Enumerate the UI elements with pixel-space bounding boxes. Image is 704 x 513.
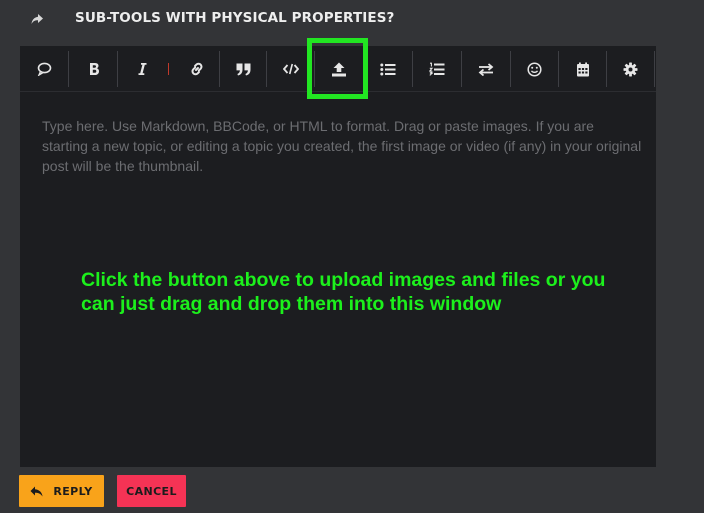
- upload-button[interactable]: [315, 51, 362, 87]
- blockquote-icon: [236, 63, 251, 75]
- quote-bubble-icon: [37, 62, 52, 76]
- topic-header: SUB-TOOLS WITH PHYSICAL PROPERTIES?: [0, 0, 704, 40]
- composer-toolbar: [20, 46, 656, 92]
- upload-icon: [331, 62, 346, 76]
- bold-icon: [89, 63, 99, 75]
- emoji-button[interactable]: [511, 51, 558, 87]
- bullet-list-button[interactable]: [364, 51, 411, 87]
- reply-icon: [30, 486, 43, 496]
- italic-icon: [138, 63, 146, 75]
- link-icon: [191, 62, 202, 76]
- composer-textarea[interactable]: Type here. Use Markdown, BBCode, or HTML…: [42, 116, 642, 176]
- calendar-button[interactable]: [559, 51, 606, 87]
- italic-button[interactable]: [118, 51, 165, 87]
- composer-editor: Type here. Use Markdown, BBCode, or HTML…: [20, 46, 656, 467]
- bold-button[interactable]: [70, 51, 117, 87]
- numbered-list-icon: [428, 62, 444, 76]
- reply-button[interactable]: REPLY: [19, 475, 104, 507]
- blockquote-button[interactable]: [220, 51, 267, 87]
- swap-icon: [478, 62, 493, 76]
- share-arrow-icon: [31, 14, 43, 24]
- gear-icon: [623, 62, 638, 76]
- settings-button[interactable]: [607, 51, 654, 87]
- quote-button[interactable]: [21, 51, 68, 87]
- link-button[interactable]: [173, 51, 220, 87]
- code-button[interactable]: [267, 51, 314, 87]
- topic-title[interactable]: SUB-TOOLS WITH PHYSICAL PROPERTIES?: [75, 10, 394, 26]
- bullet-list-icon: [379, 63, 395, 75]
- calendar-icon: [576, 62, 589, 76]
- reply-label: REPLY: [53, 484, 93, 498]
- cancel-button[interactable]: CANCEL: [117, 475, 186, 507]
- cancel-label: CANCEL: [126, 484, 177, 498]
- swap-button[interactable]: [462, 51, 509, 87]
- numbered-list-button[interactable]: [413, 51, 460, 87]
- code-icon: [282, 63, 299, 75]
- upload-instruction-note: Click the button above to upload images …: [81, 269, 606, 315]
- emoji-icon: [527, 61, 542, 77]
